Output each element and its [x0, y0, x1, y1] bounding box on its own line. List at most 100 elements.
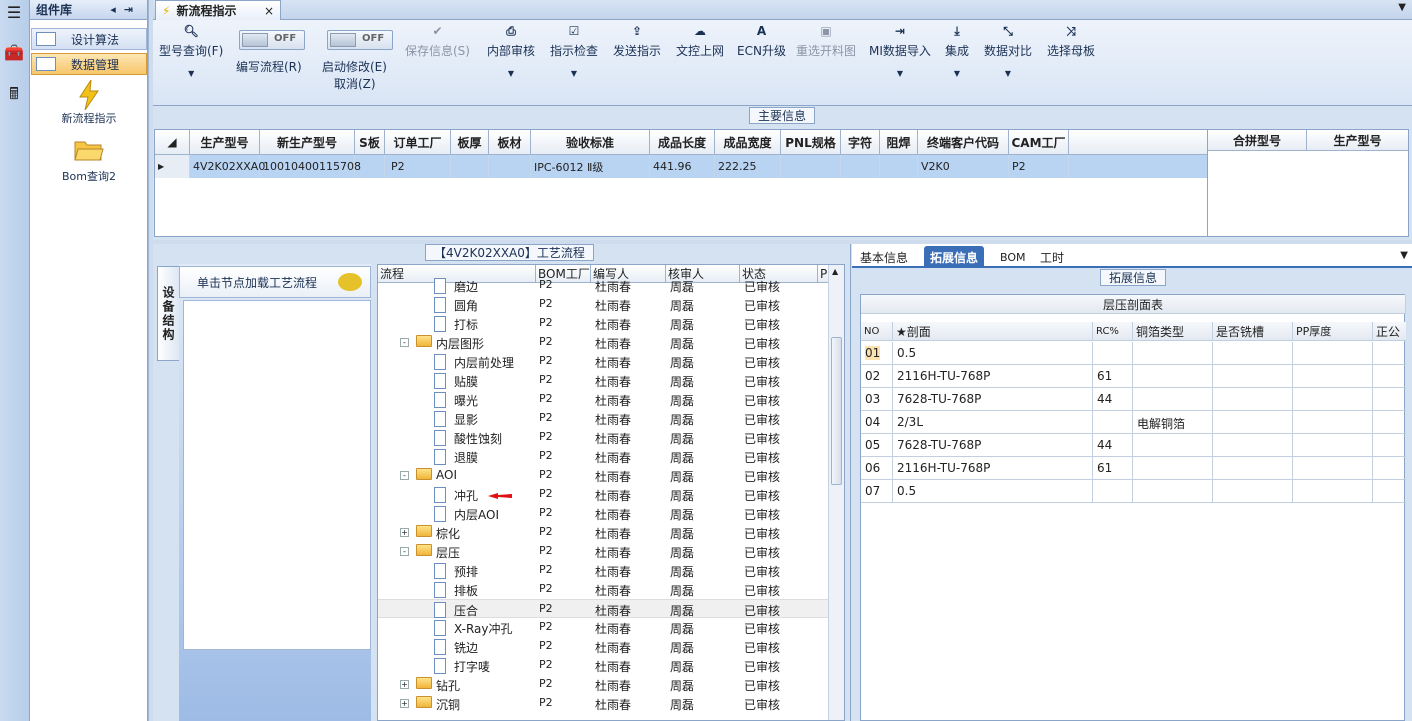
col-header[interactable]: S板 — [355, 130, 385, 155]
tree-row[interactable]: 打标 P2 杜雨春 周磊 已审核 — [378, 314, 830, 333]
col-header[interactable]: 是否铣槽 — [1213, 322, 1293, 341]
ecn-upgrade-button[interactable]: A ECN升级 — [737, 24, 786, 59]
tree-row[interactable]: 打字唛 P2 杜雨春 周磊 已审核 — [378, 656, 830, 675]
cell[interactable]: 441.96 — [650, 155, 715, 178]
col-header[interactable]: 阻焊 — [880, 130, 918, 155]
tree-row[interactable]: 内层AOI P2 杜雨春 周磊 已审核 — [378, 504, 830, 523]
tab-bom[interactable]: BOM — [994, 246, 1032, 268]
tree-row[interactable]: + 钻孔 P2 杜雨春 周磊 已审核 — [378, 675, 830, 694]
cell[interactable]: 44 — [1097, 392, 1112, 406]
col-header[interactable]: PP厚度 — [1293, 322, 1373, 341]
expand-icon[interactable]: + — [400, 528, 409, 537]
cell[interactable] — [841, 155, 880, 178]
integrate-button[interactable]: ⤓ 集成 ▼ — [945, 24, 969, 78]
tree-row[interactable]: - 内层图形 P2 杜雨春 周磊 已审核 — [378, 333, 830, 352]
tab-new-process[interactable]: ⚡ 新流程指示 × — [155, 0, 281, 20]
col-header[interactable]: PNL规格 — [781, 130, 841, 155]
cell[interactable]: V2K0 — [918, 155, 1009, 178]
expand-icon[interactable]: + — [400, 699, 409, 708]
collapse-arrows-icon[interactable]: ◂⇥ — [110, 3, 141, 16]
load-process-button[interactable]: 单击节点加载工艺流程 — [179, 266, 371, 298]
collapse-icon[interactable]: - — [400, 471, 409, 480]
cell[interactable]: 4V2K02XXA0 — [190, 155, 265, 178]
col-header[interactable]: 成品宽度 — [715, 130, 781, 155]
tree-row[interactable]: 铣边 P2 杜雨春 周磊 已审核 — [378, 637, 830, 656]
cell[interactable]: 2116H-TU-768P — [897, 369, 990, 383]
tree-row[interactable]: 压合 P2 杜雨春 周磊 已审核 — [378, 599, 830, 618]
cell[interactable]: 2116H-TU-768P — [897, 461, 990, 475]
internal-review-button[interactable]: ⎙ 内部审核 ▼ — [487, 24, 535, 78]
data-compare-button[interactable]: ⤡ 数据对比 ▼ — [984, 24, 1032, 78]
col-header[interactable]: ★剖面 — [893, 322, 1093, 341]
tab-work-hours[interactable]: 工时 — [1034, 246, 1070, 268]
cell[interactable]: 03 — [865, 392, 880, 406]
tree-row[interactable]: X-Ray冲孔 P2 杜雨春 周磊 已审核 — [378, 618, 830, 637]
col-header[interactable]: 新生产型号 — [260, 130, 355, 155]
tab-extended-info[interactable]: 拓展信息 — [924, 246, 985, 268]
col-header[interactable]: 字符 — [841, 130, 880, 155]
mi-data-import-button[interactable]: ⇥ MI数据导入 ▼ — [869, 24, 931, 78]
cell[interactable]: P2 — [1009, 155, 1069, 178]
tree-row[interactable]: + 沉铜 P2 杜雨春 周磊 已审核 — [378, 694, 830, 713]
tree-row[interactable]: 冲孔 P2 杜雨春 周磊 已审核 — [378, 485, 830, 504]
tree-row[interactable]: 退膜 P2 杜雨春 周磊 已审核 — [378, 447, 830, 466]
col-header[interactable]: 合拼型号 — [1208, 130, 1307, 151]
tree-row[interactable]: + 棕化 P2 杜雨春 周磊 已审核 — [378, 523, 830, 542]
cell[interactable] — [781, 155, 841, 178]
col-header[interactable]: 验收标准 — [531, 130, 650, 155]
table-row[interactable]: 02 2116H-TU-768P 61 — [861, 365, 1406, 388]
col-header[interactable]: 生产型号 — [1307, 130, 1408, 151]
cell[interactable]: 0.5 — [897, 346, 916, 360]
table-row[interactable]: 05 7628-TU-768P 44 — [861, 434, 1406, 457]
col-header[interactable]: 成品长度 — [650, 130, 715, 155]
edit-process-toggle[interactable]: OFF — [239, 30, 305, 50]
cell[interactable] — [489, 155, 531, 178]
tree-row[interactable]: 酸性蚀刻 P2 杜雨春 周磊 已审核 — [378, 428, 830, 447]
col-header[interactable]: 铜箔类型 — [1133, 322, 1213, 341]
tree-row[interactable]: 显影 P2 杜雨春 周磊 已审核 — [378, 409, 830, 428]
cell[interactable]: 04 — [865, 415, 880, 429]
cell[interactable]: 06 — [865, 461, 880, 475]
select-all-corner[interactable]: ◢ — [155, 130, 190, 155]
tree-row[interactable]: 圆角 P2 杜雨春 周磊 已审核 — [378, 295, 830, 314]
table-row[interactable]: 04 2/3L 电解铜箔 — [861, 411, 1406, 434]
scrollbar-thumb[interactable] — [831, 337, 842, 485]
tree-row[interactable]: 磨边 P2 杜雨春 周磊 已审核 — [378, 276, 830, 295]
cell[interactable] — [451, 155, 489, 178]
cancel-button[interactable]: 取消(Z) — [334, 75, 376, 92]
close-icon[interactable]: × — [264, 4, 274, 18]
tool-new-process[interactable]: 新流程指示 — [30, 80, 148, 126]
cell[interactable]: 02 — [865, 369, 880, 383]
chevron-down-icon[interactable]: ▼ — [1398, 2, 1406, 13]
cell[interactable]: 电解铜箔 — [1137, 415, 1185, 432]
chevron-down-icon[interactable]: ▼ — [1400, 250, 1408, 261]
scroll-up-icon[interactable]: ▲ — [832, 267, 838, 276]
table-row[interactable]: 01 0.5 — [861, 342, 1406, 365]
tab-basic-info[interactable]: 基本信息 — [854, 246, 914, 268]
col-header[interactable]: 生产型号 — [190, 130, 260, 155]
start-modify-toggle[interactable]: OFF — [327, 30, 393, 50]
nav-data-management[interactable]: 数据管理 — [31, 53, 147, 75]
table-row[interactable]: 06 2116H-TU-768P 61 — [861, 457, 1406, 480]
col-header[interactable]: 板材 — [489, 130, 531, 155]
col-header[interactable]: 板厚 — [451, 130, 489, 155]
cell[interactable]: 7628-TU-768P — [897, 438, 981, 452]
menu-icon[interactable]: ☰ — [2, 0, 26, 24]
cell[interactable]: 61 — [1097, 369, 1112, 383]
cell[interactable]: P2 — [385, 155, 451, 178]
col-header[interactable]: 订单工厂 — [385, 130, 451, 155]
cell[interactable]: 01 — [865, 346, 881, 360]
doc-control-online-button[interactable]: ☁ 文控上网 — [676, 24, 724, 59]
save-info-button[interactable]: ✔ 保存信息(S) — [405, 24, 470, 59]
tree-row[interactable]: 曝光 P2 杜雨春 周磊 已审核 — [378, 390, 830, 409]
col-header[interactable]: RC% — [1093, 322, 1133, 341]
tool-bom-query[interactable]: Bom查询2 — [30, 138, 148, 184]
collapse-icon[interactable]: - — [400, 338, 409, 347]
calculator-icon[interactable]: 🖩 — [2, 84, 26, 108]
collapse-icon[interactable]: - — [400, 547, 409, 556]
expand-icon[interactable]: + — [400, 680, 409, 689]
table-row[interactable]: 03 7628-TU-768P 44 — [861, 388, 1406, 411]
cell[interactable]: 2/3L — [897, 415, 923, 429]
tree-row[interactable]: - 层压 P2 杜雨春 周磊 已审核 — [378, 542, 830, 561]
col-header[interactable]: NO — [861, 322, 893, 341]
